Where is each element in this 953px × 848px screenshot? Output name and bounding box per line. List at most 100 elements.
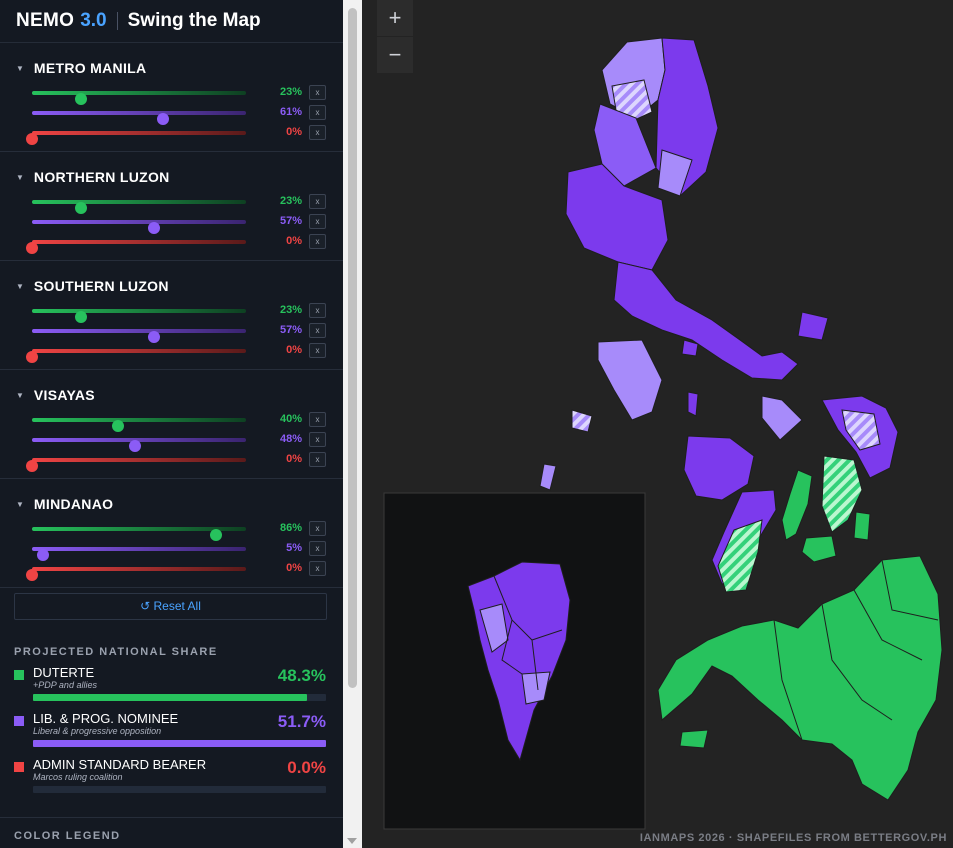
collapse-caret-icon[interactable]: ▼ — [16, 282, 24, 291]
clear-slider-button[interactable]: x — [309, 452, 326, 467]
green-slider-track[interactable] — [32, 527, 246, 541]
region-northern-luzon: ▼ NORTHERN LUZON 23% x 57% x 0% x — [0, 151, 343, 261]
region-samar-hatched[interactable] — [841, 409, 881, 451]
clear-slider-button[interactable]: x — [309, 541, 326, 556]
green-percent-value: 23% — [279, 195, 302, 207]
philippines-map[interactable] — [362, 0, 953, 848]
reset-all-button[interactable]: ↺ Reset All — [14, 593, 327, 620]
clear-slider-button[interactable]: x — [309, 561, 326, 576]
red-slider-thumb[interactable] — [26, 242, 38, 254]
red-slider-track[interactable] — [26, 567, 246, 581]
region-mindanao[interactable] — [657, 555, 943, 801]
region-name: VISAYAS — [33, 387, 95, 403]
red-percent-value: 0% — [286, 453, 302, 465]
candidate-name: LIB. & PROG. NOMINEE — [33, 711, 179, 726]
clear-slider-button[interactable]: x — [309, 85, 326, 100]
green-slider-thumb[interactable] — [75, 202, 88, 214]
zoom-out-button[interactable]: − — [377, 37, 413, 73]
candidate-share-value: 0.0% — [287, 758, 326, 777]
red-slider-track[interactable] — [26, 349, 246, 363]
region-camarines[interactable] — [797, 311, 829, 341]
candidate-share-item: DUTERTE +PDP and allies 48.3% — [14, 665, 326, 711]
purple-slider-thumb[interactable] — [147, 222, 160, 234]
collapse-caret-icon[interactable]: ▼ — [16, 500, 24, 509]
candidate-share-value: 51.7% — [277, 712, 326, 731]
region-romblon[interactable] — [687, 391, 699, 417]
scrollbar-thumb[interactable] — [348, 8, 357, 688]
zoom-in-button[interactable]: + — [377, 0, 413, 36]
region-header[interactable]: ▼ METRO MANILA — [16, 60, 146, 76]
purple-slider-thumb[interactable] — [156, 113, 169, 125]
slider-row-green: 23% x — [0, 194, 343, 214]
region-southern-leyte[interactable] — [853, 511, 871, 541]
region-header[interactable]: ▼ NORTHERN LUZON — [16, 169, 170, 185]
region-masbate[interactable] — [761, 395, 803, 441]
region-visayas: ▼ VISAYAS 40% x 48% x 0% x — [0, 369, 343, 479]
red-slider-thumb[interactable] — [26, 460, 38, 472]
collapse-caret-icon[interactable]: ▼ — [16, 173, 24, 182]
region-header[interactable]: ▼ MINDANAO — [16, 496, 113, 512]
red-slider-thumb[interactable] — [26, 133, 38, 145]
purple-slider-track[interactable] — [32, 220, 246, 234]
clear-slider-button[interactable]: x — [309, 432, 326, 447]
purple-slider-track[interactable] — [32, 438, 246, 452]
clear-slider-button[interactable]: x — [309, 234, 326, 249]
region-name: SOUTHERN LUZON — [33, 278, 169, 294]
region-palawan-tip[interactable] — [539, 463, 557, 491]
clear-slider-button[interactable]: x — [309, 105, 326, 120]
green-slider-thumb[interactable] — [75, 311, 88, 323]
candidate-share-item: ADMIN STANDARD BEARER Marcos ruling coali… — [14, 757, 326, 803]
region-metro-manila: ▼ METRO MANILA 23% x 61% x 0% x — [0, 42, 343, 152]
clear-slider-button[interactable]: x — [309, 214, 326, 229]
red-slider-track[interactable] — [26, 240, 246, 254]
candidate-subtitle: +PDP and allies — [33, 680, 97, 690]
clear-slider-button[interactable]: x — [309, 323, 326, 338]
collapse-caret-icon[interactable]: ▼ — [16, 391, 24, 400]
green-slider-track[interactable] — [32, 200, 246, 214]
scroll-down-arrow-icon[interactable] — [347, 838, 357, 844]
purple-slider-thumb[interactable] — [36, 549, 49, 561]
clear-slider-button[interactable]: x — [309, 343, 326, 358]
candidate-share-fill — [33, 694, 307, 701]
clear-slider-button[interactable]: x — [309, 412, 326, 427]
green-slider-thumb[interactable] — [111, 420, 124, 432]
clear-slider-button[interactable]: x — [309, 194, 326, 209]
region-header[interactable]: ▼ VISAYAS — [16, 387, 95, 403]
red-slider-thumb[interactable] — [26, 569, 38, 581]
green-percent-value: 23% — [279, 304, 302, 316]
green-slider-track[interactable] — [32, 309, 246, 323]
red-slider-track[interactable] — [26, 131, 246, 145]
green-slider-thumb[interactable] — [210, 529, 223, 541]
collapse-caret-icon[interactable]: ▼ — [16, 64, 24, 73]
slider-row-red: 0% x — [0, 234, 343, 254]
region-sulu[interactable] — [679, 729, 709, 749]
green-slider-thumb[interactable] — [75, 93, 88, 105]
candidate-subtitle: Marcos ruling coalition — [33, 772, 123, 782]
red-percent-value: 0% — [286, 235, 302, 247]
red-percent-value: 0% — [286, 126, 302, 138]
green-slider-track[interactable] — [32, 91, 246, 105]
region-panay[interactable] — [683, 435, 755, 501]
region-calamian[interactable] — [571, 409, 593, 433]
region-central-luzon[interactable] — [565, 163, 669, 271]
projected-share-label: PROJECTED NATIONAL SHARE — [14, 646, 218, 658]
region-bohol[interactable] — [801, 535, 837, 563]
app-header: NEMO 3.0 Swing the Map — [0, 0, 343, 43]
sidebar-scrollbar[interactable] — [343, 0, 362, 848]
red-slider-thumb[interactable] — [26, 351, 38, 363]
region-cebu[interactable] — [781, 469, 813, 541]
red-slider-track[interactable] — [26, 458, 246, 472]
purple-slider-track[interactable] — [32, 111, 246, 125]
map-canvas[interactable]: + − IANMAPS 2026 · SHAPEFILES FROM BETTE… — [362, 0, 953, 848]
purple-slider-thumb[interactable] — [128, 440, 141, 452]
purple-slider-track[interactable] — [32, 329, 246, 343]
region-header[interactable]: ▼ SOUTHERN LUZON — [16, 278, 169, 294]
region-mindoro[interactable] — [597, 339, 663, 421]
clear-slider-button[interactable]: x — [309, 303, 326, 318]
clear-slider-button[interactable]: x — [309, 125, 326, 140]
purple-slider-track[interactable] — [32, 547, 246, 561]
slider-row-red: 0% x — [0, 125, 343, 145]
purple-slider-thumb[interactable] — [147, 331, 160, 343]
green-slider-track[interactable] — [32, 418, 246, 432]
clear-slider-button[interactable]: x — [309, 521, 326, 536]
